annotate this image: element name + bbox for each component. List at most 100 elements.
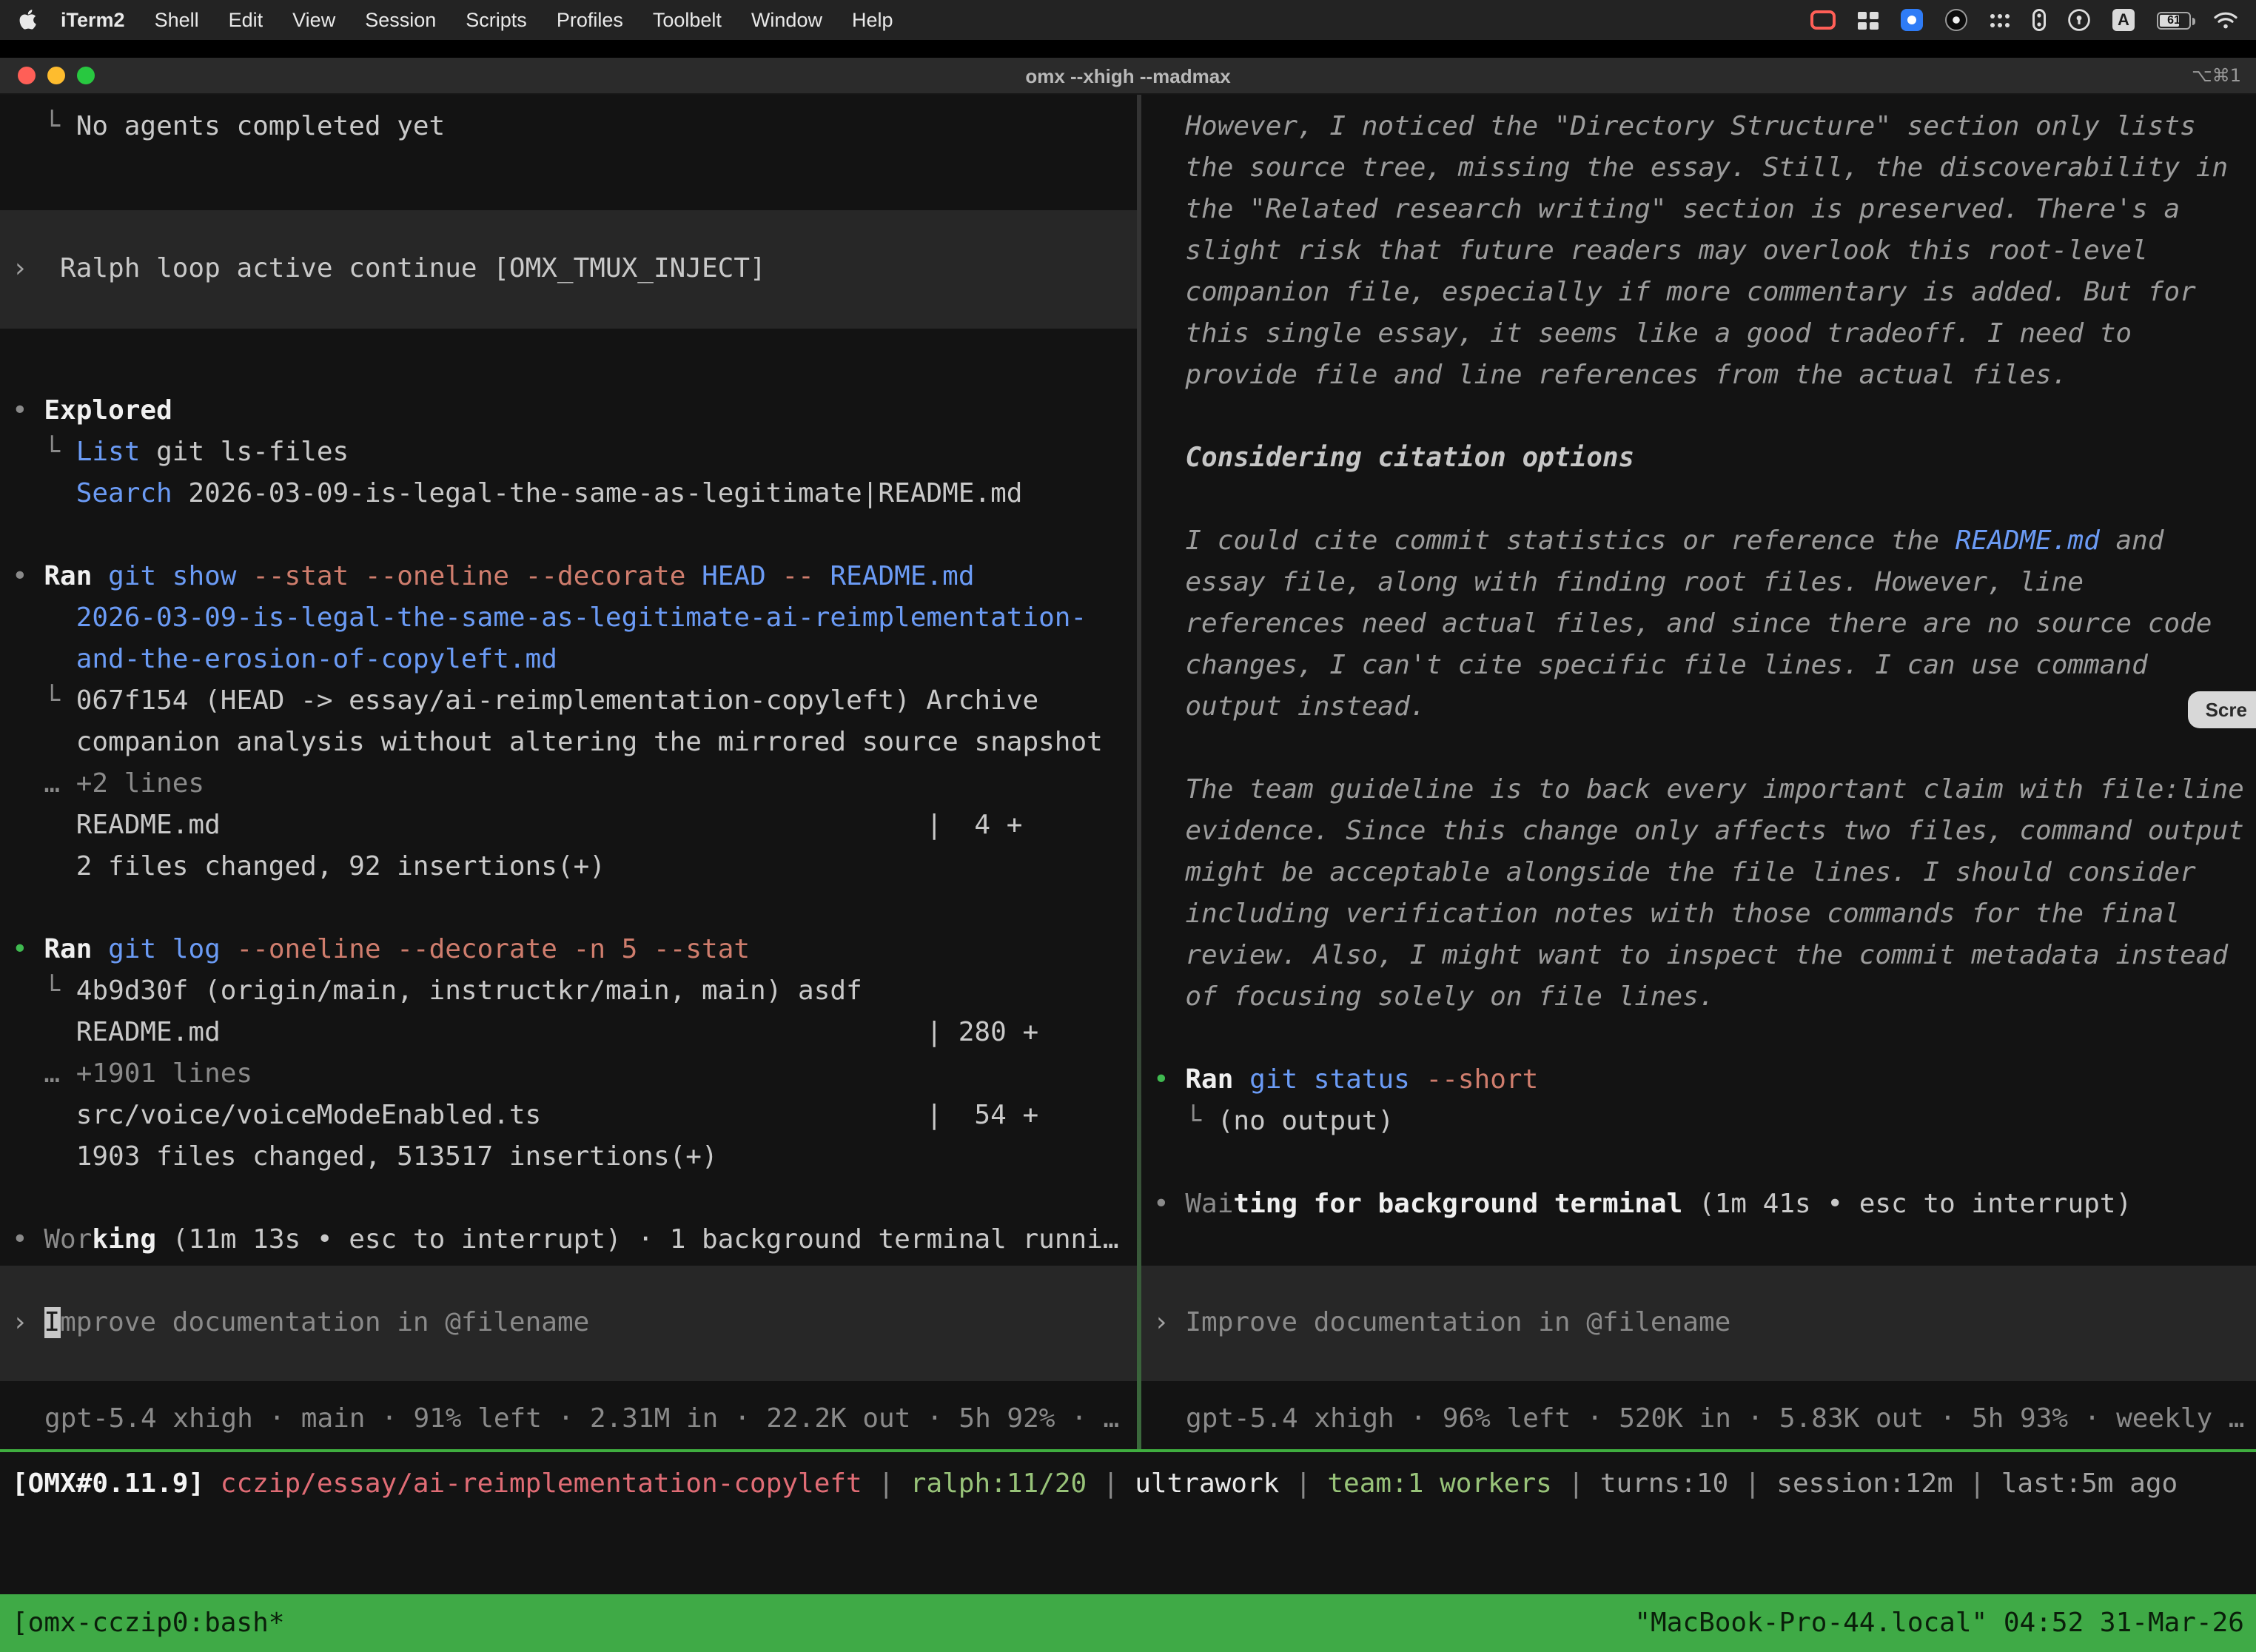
window-shortcut-badge: ⌥⌘1 <box>2192 65 2241 86</box>
battery-icon[interactable]: 61 <box>2157 11 2191 29</box>
window-title: omx --xhigh --madmax <box>1025 64 1230 87</box>
blank-line <box>1141 1018 2256 1060</box>
wifi-icon[interactable] <box>2213 10 2238 30</box>
apple-menu-icon[interactable] <box>18 8 37 32</box>
menu-bar-status-icons: A 61 <box>1810 9 2238 31</box>
menu-profiles[interactable]: Profiles <box>542 9 638 31</box>
terminal-line: … +1901 lines <box>0 1054 1137 1095</box>
left-terminal-pane[interactable]: └ No agents completed yet › Ralph loop ac… <box>0 95 1137 1449</box>
dots-grid-icon[interactable] <box>1990 13 2010 27</box>
window-title-bar[interactable]: omx --xhigh --madmax ⌥⌘1 <box>0 58 2256 95</box>
terminal-line: • Explored <box>0 391 1137 432</box>
blank-line <box>1141 397 2256 438</box>
inline-command-box[interactable]: › Ralph loop active continue [OMX_TMUX_I… <box>0 210 1137 329</box>
menu-help[interactable]: Help <box>837 9 908 31</box>
terminal-line: Considering citation options <box>1141 438 2256 480</box>
terminal-line: … +2 lines <box>0 764 1137 805</box>
terminal-line: review. Also, I might want to inspect th… <box>1141 936 2256 977</box>
zoom-button[interactable] <box>77 67 95 84</box>
desktop-gap <box>0 40 2256 58</box>
blank-line <box>0 1178 1137 1220</box>
app-menu-iterm2[interactable]: iTerm2 <box>61 9 140 31</box>
terminal-line: slight risk that future readers may over… <box>1141 231 2256 272</box>
blank-line <box>0 888 1137 930</box>
omx-status-line: [OMX#0.11.9] cczip/essay/ai-reimplementa… <box>0 1464 2256 1505</box>
pill-icon[interactable] <box>2032 9 2046 31</box>
terminal-output-right: However, I noticed the "Directory Struct… <box>1141 107 2256 1266</box>
terminal-line: Search 2026-03-09-is-legal-the-same-as-l… <box>0 474 1137 515</box>
blank-line <box>1141 480 2256 521</box>
window-grid-icon[interactable] <box>1858 11 1879 29</box>
terminal-line: README.md | 4 + <box>0 805 1137 847</box>
prompt-input-left[interactable]: › Improve documentation in @filename <box>0 1266 1137 1381</box>
blank-line <box>0 349 1137 391</box>
terminal-line: 2 files changed, 92 insertions(+) <box>0 847 1137 888</box>
terminal-line: └ (no output) <box>1141 1101 2256 1143</box>
terminal-line: 2026-03-09-is-legal-the-same-as-legitima… <box>0 598 1137 639</box>
keyboard-layout-icon[interactable]: A <box>2112 9 2135 31</box>
model-status-left: gpt-5.4 xhigh · main · 91% left · 2.31M … <box>0 1390 1137 1449</box>
terminal-line: this single essay, it seems like a good … <box>1141 314 2256 355</box>
screen-recording-icon[interactable] <box>1810 10 1836 30</box>
close-button[interactable] <box>18 67 36 84</box>
blank-line <box>1141 1143 2256 1184</box>
menu-window[interactable]: Window <box>736 9 837 31</box>
terminal-line: • Ran git log --oneline --decorate -n 5 … <box>0 930 1137 971</box>
menu-toolbelt[interactable]: Toolbelt <box>638 9 736 31</box>
tmux-status-bar: [omx-cczip0:bash* "MacBook-Pro-44.local"… <box>0 1594 2256 1652</box>
terminal-line: might be acceptable alongside the file l… <box>1141 853 2256 894</box>
blank-line <box>1141 728 2256 770</box>
menu-shell[interactable]: Shell <box>140 9 214 31</box>
screen: iTerm2 ShellEditViewSessionScriptsProfil… <box>0 0 2256 1652</box>
traffic-lights <box>18 58 95 93</box>
terminal-line: └ No agents completed yet <box>0 107 1137 148</box>
terminal-line: • Waiting for background terminal (1m 41… <box>1141 1184 2256 1226</box>
screen-edge-tooltip[interactable]: Scre <box>2188 691 2256 728</box>
terminal-line: provide file and line references from th… <box>1141 355 2256 397</box>
terminal-line: output instead. <box>1141 687 2256 728</box>
password-icon[interactable] <box>2068 9 2090 31</box>
battery-percent: 61 <box>2158 13 2189 27</box>
terminal-line: companion file, especially if more comme… <box>1141 272 2256 314</box>
tmux-host-time: "MacBook-Pro-44.local" 04:52 31-Mar-26 <box>1634 1608 2244 1639</box>
terminal-line: └ 4b9d30f (origin/main, instructkr/main,… <box>0 971 1137 1013</box>
menu-edit[interactable]: Edit <box>214 9 278 31</box>
menu-scripts[interactable]: Scripts <box>451 9 542 31</box>
menu-items: ShellEditViewSessionScriptsProfilesToolb… <box>140 9 908 31</box>
terminal-line: README.md | 280 + <box>0 1013 1137 1054</box>
terminal-line: changes, I can't cite specific file line… <box>1141 645 2256 687</box>
terminal-line: I could cite commit statistics or refere… <box>1141 521 2256 563</box>
model-status-right: gpt-5.4 xhigh · 96% left · 520K in · 5.8… <box>1141 1390 2256 1449</box>
dark-circle-icon[interactable] <box>1945 9 1967 31</box>
tmux-session-label: [omx-cczip0:bash* <box>12 1608 284 1639</box>
blank-line <box>0 148 1137 189</box>
prompt-input-right[interactable]: › Improve documentation in @filename <box>1141 1266 2256 1381</box>
terminal-line: The team guideline is to back every impo… <box>1141 770 2256 811</box>
terminal-line: of focusing solely on file lines. <box>1141 977 2256 1018</box>
terminal-line: • Ran git status --short <box>1141 1060 2256 1101</box>
terminal-line: references need actual files, and since … <box>1141 604 2256 645</box>
minimize-button[interactable] <box>47 67 65 84</box>
terminal-line: • Ran git show --stat --oneline --decora… <box>0 557 1137 598</box>
terminal-line: 1903 files changed, 513517 insertions(+) <box>0 1137 1137 1178</box>
menu-view[interactable]: View <box>278 9 350 31</box>
terminal-line: └ 067f154 (HEAD -> essay/ai-reimplementa… <box>0 681 1137 722</box>
terminal-line: However, I noticed the "Directory Struct… <box>1141 107 2256 148</box>
terminal-line: essay file, along with finding root file… <box>1141 563 2256 604</box>
terminal-window: └ No agents completed yet › Ralph loop ac… <box>0 95 2256 1449</box>
right-terminal-pane[interactable]: However, I noticed the "Directory Struct… <box>1141 95 2256 1449</box>
terminal-output-left: └ No agents completed yet › Ralph loop ac… <box>0 107 1137 1266</box>
omx-status-bar: [OMX#0.11.9] cczip/essay/ai-reimplementa… <box>0 1452 2256 1594</box>
terminal-line: the source tree, missing the essay. Stil… <box>1141 148 2256 189</box>
terminal-line: and-the-erosion-of-copyleft.md <box>0 639 1137 681</box>
menu-session[interactable]: Session <box>350 9 451 31</box>
terminal-line: companion analysis without altering the … <box>0 722 1137 764</box>
blue-app-icon[interactable] <box>1901 9 1923 31</box>
terminal-line: including verification notes with those … <box>1141 894 2256 936</box>
terminal-line: └ List git ls-files <box>0 432 1137 474</box>
menu-bar: iTerm2 ShellEditViewSessionScriptsProfil… <box>0 0 2256 40</box>
blank-line <box>0 515 1137 557</box>
terminal-line: src/voice/voiceModeEnabled.ts | 54 + <box>0 1095 1137 1137</box>
terminal-line: the "Related research writing" section i… <box>1141 189 2256 231</box>
terminal-line: evidence. Since this change only affects… <box>1141 811 2256 853</box>
